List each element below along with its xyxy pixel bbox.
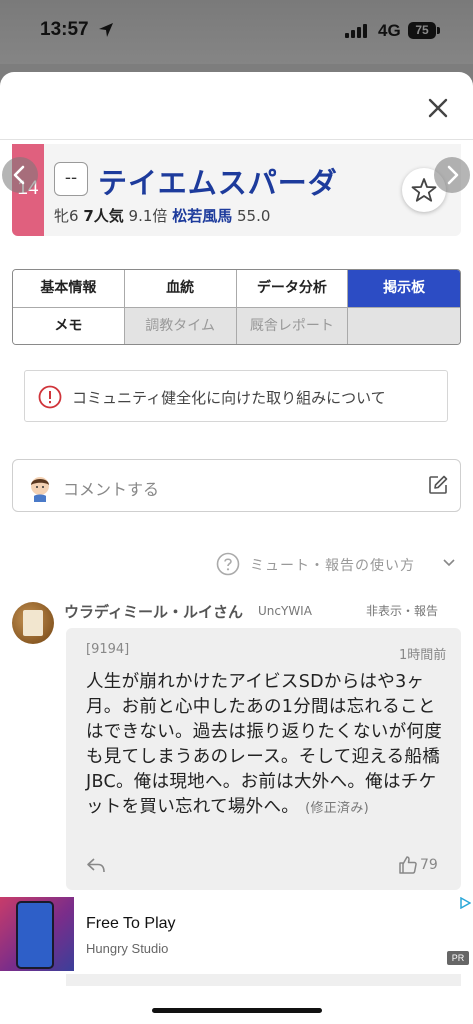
ad-choices-icon[interactable] — [459, 897, 471, 909]
thumbs-up-icon[interactable] — [398, 855, 418, 875]
modal-sheet: 14 -- テイエムスパーダ 牝6 7人気 9.1倍 松若風馬 55.0 基本情… — [0, 72, 473, 1024]
tab-empty — [348, 308, 460, 344]
post-text: 人生が崩れかけたアイビスSDからはや3ヶ月。お前と心中したあの1分間は忘れること… — [86, 672, 442, 817]
ad-subtitle: Hungry Studio — [86, 941, 169, 956]
network-type: 4G — [378, 21, 401, 40]
cellular-signal-icon — [345, 24, 367, 38]
ad-title: Free To Play — [86, 915, 176, 932]
horse-info-tabs: 基本情報 血統 データ分析 掲示板 メモ 調教タイム 厩舎レポート — [12, 269, 461, 345]
tab-training-time[interactable]: 調教タイム — [124, 308, 237, 344]
post-card: [9194] 1時間前 人生が崩れかけたアイビスSDからはや3ヶ月。お前と心中し… — [66, 628, 461, 890]
ad-pr-badge: PR — [447, 951, 469, 965]
tab-basic-info[interactable]: 基本情報 — [13, 270, 125, 308]
tab-message-board[interactable]: 掲示板 — [348, 270, 460, 308]
poster-username[interactable]: ウラディミール・ルイさん — [64, 601, 243, 622]
next-post-edge — [66, 974, 461, 986]
community-notice-link[interactable]: コミュニティ健全化に向けた取り組みについて — [24, 370, 448, 422]
battery-tip — [437, 27, 440, 34]
close-icon[interactable] — [424, 94, 452, 122]
horse-name: テイエムスパーダ — [98, 166, 338, 200]
popularity: 7人気 — [83, 207, 124, 225]
chevron-right-icon — [447, 165, 459, 185]
horse-card: 14 -- テイエムスパーダ 牝6 7人気 9.1倍 松若風馬 55.0 — [12, 144, 461, 236]
post-time: 1時間前 — [399, 648, 447, 663]
chevron-left-icon — [13, 165, 25, 185]
user-avatar-icon — [31, 477, 49, 502]
prediction-mark-button[interactable]: -- — [54, 162, 88, 196]
chevron-down-icon — [443, 559, 455, 567]
status-bar: 13:57 4G 75 — [0, 0, 473, 64]
reply-icon[interactable] — [86, 855, 106, 875]
jockey-link[interactable]: 松若風馬 — [172, 207, 232, 225]
tab-stable-report[interactable]: 厩舎レポート — [236, 308, 349, 344]
horse-meta: 牝6 7人気 9.1倍 松若風馬 55.0 — [54, 205, 270, 226]
odds: 9.1倍 — [128, 207, 168, 225]
tab-data-analysis[interactable]: データ分析 — [236, 270, 349, 308]
location-arrow-icon — [99, 23, 113, 37]
ad-thumbnail — [0, 897, 74, 971]
poster-avatar[interactable] — [12, 602, 54, 644]
tab-pedigree[interactable]: 血統 — [124, 270, 237, 308]
tab-memo[interactable]: メモ — [13, 308, 125, 344]
status-time: 13:57 — [40, 19, 89, 40]
avatar-tile — [23, 610, 43, 636]
edit-icon[interactable] — [427, 474, 449, 496]
hide-report-link[interactable]: 非表示・報告 — [366, 602, 438, 619]
mute-report-help[interactable]: ミュート・報告の使い方 — [216, 551, 461, 577]
comment-placeholder: コメントする — [63, 480, 160, 499]
sex-age: 牝6 — [54, 207, 79, 225]
ad-banner[interactable]: Free To Play Hungry Studio PR — [0, 895, 473, 974]
post-number: [9194] — [86, 642, 130, 657]
like-count: 79 — [420, 857, 438, 873]
ad-phone-image — [16, 901, 54, 969]
previous-horse-button[interactable] — [2, 157, 38, 193]
battery-icon: 75 — [408, 22, 436, 39]
mute-help-label: ミュート・報告の使い方 — [250, 558, 415, 574]
carried-weight: 55.0 — [236, 207, 271, 225]
header-divider — [0, 139, 473, 140]
comment-input[interactable]: コメントする — [12, 459, 461, 512]
edited-label: (修正済み) — [305, 801, 370, 816]
home-indicator[interactable] — [152, 1008, 322, 1013]
notice-text: コミュニティ健全化に向けた取り組みについて — [72, 389, 386, 407]
post-body: 人生が崩れかけたアイビスSDからはや3ヶ月。お前と心中したあの1分間は忘れること… — [86, 670, 448, 821]
help-icon — [216, 552, 240, 576]
next-horse-button[interactable] — [434, 157, 470, 193]
info-alert-icon — [38, 385, 62, 409]
poster-id: UncYWIA — [258, 604, 312, 618]
